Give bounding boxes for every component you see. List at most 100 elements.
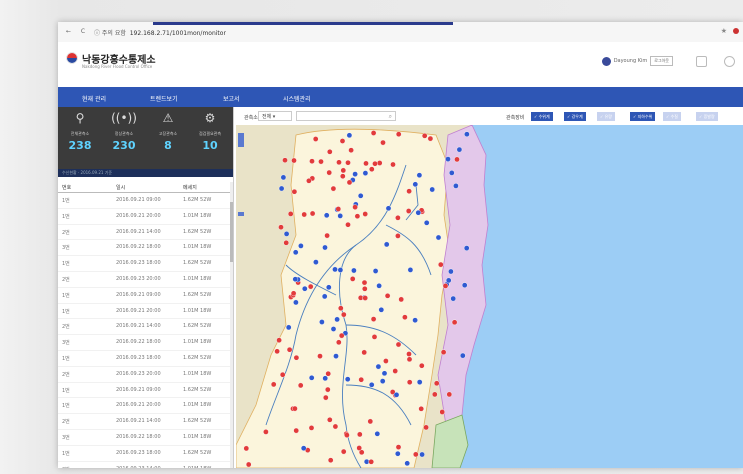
station-marker[interactable] bbox=[423, 220, 430, 226]
station-marker[interactable] bbox=[446, 391, 453, 398]
station-marker[interactable] bbox=[395, 131, 402, 137]
station-marker[interactable] bbox=[354, 213, 361, 219]
station-marker[interactable] bbox=[370, 316, 377, 322]
station-marker[interactable] bbox=[340, 173, 346, 180]
station-marker[interactable] bbox=[415, 209, 422, 216]
column-header-datetime[interactable]: 일시 bbox=[116, 184, 125, 191]
station-marker[interactable] bbox=[416, 172, 423, 179]
station-marker[interactable] bbox=[395, 233, 401, 239]
station-marker[interactable] bbox=[287, 211, 294, 217]
zoom-slider-handle[interactable] bbox=[238, 212, 244, 216]
station-marker[interactable] bbox=[459, 352, 466, 359]
station-marker[interactable] bbox=[322, 375, 328, 382]
table-row[interactable]: 1번 2016.09.21 20:00 1.01M 18W bbox=[58, 304, 230, 320]
station-marker[interactable] bbox=[392, 368, 398, 374]
station-marker[interactable] bbox=[348, 147, 354, 154]
station-marker[interactable] bbox=[390, 161, 396, 168]
column-header-message[interactable]: 메세지 bbox=[183, 184, 197, 191]
station-marker[interactable] bbox=[450, 295, 456, 302]
station-marker[interactable] bbox=[383, 358, 389, 364]
station-select[interactable]: 전체 ▾ bbox=[258, 111, 292, 121]
station-marker[interactable] bbox=[429, 186, 435, 193]
table-scrollbar[interactable] bbox=[230, 182, 233, 468]
filter-chip[interactable]: ✓ 수질 bbox=[663, 112, 681, 121]
station-marker[interactable] bbox=[309, 158, 315, 165]
table-row[interactable]: 1번 2016.09.21 20:00 1.01M 18W bbox=[58, 398, 230, 415]
station-marker[interactable] bbox=[338, 332, 345, 339]
station-marker[interactable] bbox=[464, 131, 470, 137]
station-marker[interactable] bbox=[367, 418, 374, 425]
station-marker[interactable] bbox=[368, 458, 374, 465]
zoom-control[interactable] bbox=[238, 133, 244, 147]
station-marker[interactable] bbox=[293, 354, 300, 361]
station-marker[interactable] bbox=[308, 425, 315, 431]
station-marker[interactable] bbox=[352, 171, 358, 177]
station-marker[interactable] bbox=[433, 380, 440, 387]
table-row[interactable]: 1번 2016.09.21 20:00 1.01M 18W bbox=[58, 209, 230, 225]
station-marker[interactable] bbox=[326, 284, 332, 291]
menu-item-trend[interactable]: 트렌드보기 bbox=[150, 94, 178, 103]
scrollbar-thumb[interactable] bbox=[230, 202, 233, 262]
station-marker[interactable] bbox=[291, 188, 298, 195]
bookmark-star-icon[interactable]: ★ bbox=[721, 27, 727, 35]
station-marker[interactable] bbox=[313, 259, 319, 265]
station-marker[interactable] bbox=[319, 319, 325, 325]
station-marker[interactable] bbox=[461, 282, 468, 288]
station-marker[interactable] bbox=[327, 148, 333, 155]
table-row[interactable]: 2번 2016.09.21 14:00 1.62M 52W bbox=[58, 225, 230, 241]
station-marker[interactable] bbox=[362, 295, 368, 301]
station-marker[interactable] bbox=[406, 379, 413, 386]
station-marker[interactable] bbox=[406, 188, 412, 194]
station-marker[interactable] bbox=[379, 378, 386, 384]
station-marker[interactable] bbox=[406, 351, 412, 357]
station-marker[interactable] bbox=[297, 382, 304, 389]
station-marker[interactable] bbox=[291, 157, 297, 164]
station-marker[interactable] bbox=[321, 293, 328, 300]
station-marker[interactable] bbox=[385, 205, 392, 212]
filter-chip[interactable]: ✓ 증발량 bbox=[696, 112, 718, 121]
station-marker[interactable] bbox=[278, 185, 285, 192]
station-marker[interactable] bbox=[323, 394, 329, 401]
station-marker[interactable] bbox=[418, 405, 424, 412]
station-marker[interactable] bbox=[293, 299, 299, 306]
station-marker[interactable] bbox=[416, 379, 423, 385]
station-marker[interactable] bbox=[283, 240, 290, 246]
station-marker[interactable] bbox=[349, 276, 356, 282]
station-marker[interactable] bbox=[276, 337, 282, 343]
station-marker[interactable] bbox=[383, 241, 390, 248]
station-marker[interactable] bbox=[395, 444, 402, 450]
station-marker[interactable] bbox=[245, 461, 252, 468]
station-marker[interactable] bbox=[336, 159, 342, 166]
table-row[interactable]: 2번 2016.09.21 14:00 1.62M 52W bbox=[58, 414, 230, 430]
station-marker[interactable] bbox=[463, 245, 470, 251]
station-marker[interactable] bbox=[325, 370, 331, 377]
search-input[interactable]: ⌕ bbox=[296, 111, 396, 121]
map-canvas[interactable] bbox=[236, 125, 743, 468]
station-marker[interactable] bbox=[290, 290, 297, 297]
station-marker[interactable] bbox=[451, 319, 458, 326]
station-marker[interactable] bbox=[307, 283, 314, 290]
station-marker[interactable] bbox=[270, 381, 277, 388]
station-marker[interactable] bbox=[394, 450, 401, 457]
station-marker[interactable] bbox=[395, 215, 401, 221]
station-marker[interactable] bbox=[445, 156, 451, 162]
station-marker[interactable] bbox=[300, 445, 307, 452]
station-marker[interactable] bbox=[374, 430, 381, 437]
table-row[interactable]: 3번 2016.09.22 18:00 1.01M 18W bbox=[58, 335, 230, 351]
station-marker[interactable] bbox=[283, 231, 290, 237]
station-marker[interactable] bbox=[325, 386, 331, 393]
station-marker[interactable] bbox=[368, 166, 375, 173]
table-row[interactable]: 2번 2016.09.21 14:00 1.62M 52W bbox=[58, 319, 230, 336]
station-marker[interactable] bbox=[335, 206, 342, 212]
station-marker[interactable] bbox=[454, 156, 460, 163]
station-marker[interactable] bbox=[263, 429, 269, 435]
station-marker[interactable] bbox=[406, 356, 413, 363]
station-marker[interactable] bbox=[427, 135, 434, 142]
station-marker[interactable] bbox=[380, 139, 386, 146]
station-marker[interactable] bbox=[362, 170, 369, 176]
station-marker[interactable] bbox=[419, 451, 425, 458]
station-marker[interactable] bbox=[404, 460, 410, 467]
station-marker[interactable] bbox=[361, 279, 368, 286]
search-icon[interactable]: ⌕ bbox=[389, 113, 392, 121]
station-marker[interactable] bbox=[431, 391, 438, 398]
